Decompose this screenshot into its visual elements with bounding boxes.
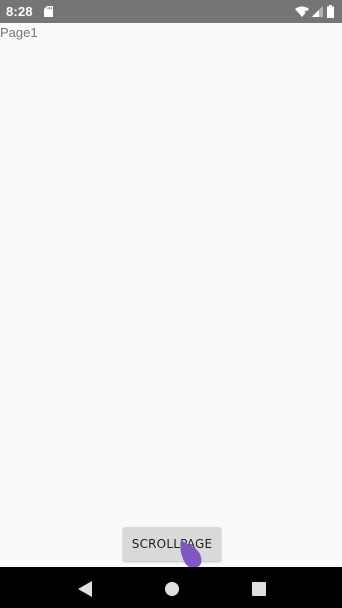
wifi-icon [295, 6, 309, 17]
scroll-page-button[interactable]: SCROLLPAGE [123, 527, 221, 561]
page-content: Page1 SCROLLPAGE [0, 23, 342, 567]
back-icon[interactable] [77, 581, 93, 597]
home-icon[interactable] [165, 582, 179, 596]
status-bar: 8:28 [0, 0, 342, 23]
battery-icon [327, 5, 334, 18]
touch-indicator-icon [180, 539, 202, 569]
screen: 8:28 Page1 SCROLLPAGE [0, 0, 342, 608]
navigation-bar [0, 567, 342, 608]
recents-icon[interactable] [252, 582, 266, 596]
sd-card-icon [44, 6, 53, 17]
status-time: 8:28 [6, 4, 33, 19]
signal-icon [311, 6, 323, 17]
page-title: Page1 [0, 25, 38, 40]
